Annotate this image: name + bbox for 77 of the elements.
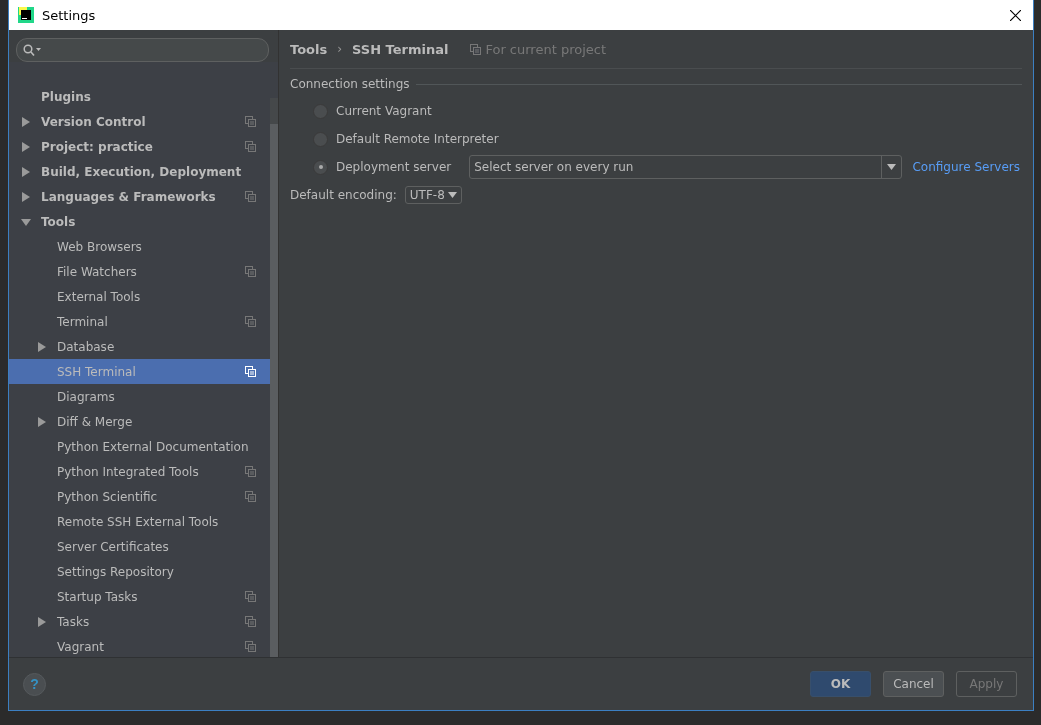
tree-item-label: Version Control bbox=[41, 114, 147, 129]
tree-item[interactable]: Startup Tasks bbox=[9, 584, 270, 609]
tree-item[interactable]: Languages & Frameworks bbox=[9, 184, 270, 209]
encoding-label: Default encoding: bbox=[290, 188, 397, 202]
radio-option[interactable]: Deployment server bbox=[313, 159, 452, 175]
tree-item-label: Build, Execution, Deployment bbox=[41, 164, 243, 179]
expand-arrow-icon[interactable] bbox=[21, 166, 31, 177]
tree-item[interactable]: Project: practice bbox=[9, 134, 270, 159]
tree-item[interactable]: Tools bbox=[9, 209, 270, 234]
search-field[interactable] bbox=[16, 38, 269, 62]
tree-item-label: Plugins bbox=[41, 89, 92, 104]
breadcrumb-item: SSH Terminal bbox=[352, 41, 449, 57]
expand-arrow-icon[interactable] bbox=[37, 616, 47, 627]
project-scope-icon bbox=[470, 43, 482, 55]
tree-item[interactable]: Vagrant bbox=[9, 634, 270, 659]
tree-item[interactable]: Web Browsers bbox=[9, 234, 270, 259]
expand-arrow-icon[interactable] bbox=[21, 191, 31, 202]
dialog-button[interactable]: Cancel bbox=[883, 671, 944, 697]
collapse-arrow-icon[interactable] bbox=[21, 216, 31, 227]
radio-option[interactable]: Current Vagrant bbox=[313, 103, 432, 119]
tree-item-label: Diff & Merge bbox=[57, 414, 134, 429]
expand-arrow-icon[interactable] bbox=[37, 341, 47, 352]
tree-item-label: Web Browsers bbox=[57, 239, 143, 254]
tree-item[interactable]: Python External Documentation bbox=[9, 434, 270, 459]
tree-item[interactable]: Terminal bbox=[9, 309, 270, 334]
breadcrumb-item: Tools bbox=[290, 41, 328, 57]
radio-button[interactable] bbox=[313, 159, 328, 175]
scope-note: For current project bbox=[485, 41, 606, 57]
tree-item[interactable]: Plugins bbox=[9, 84, 270, 109]
tree-item[interactable]: Settings Repository bbox=[9, 559, 270, 584]
close-icon[interactable] bbox=[1010, 9, 1021, 21]
window-title: Settings bbox=[42, 7, 96, 23]
scrollbar-thumb[interactable] bbox=[270, 124, 278, 657]
tree-item[interactable]: Build, Execution, Deployment bbox=[9, 159, 270, 184]
tree-item-label: Tasks bbox=[57, 614, 91, 629]
tree-item[interactable]: Python Scientific bbox=[9, 484, 270, 509]
tree-item-label: Python Scientific bbox=[57, 489, 159, 504]
search-icon bbox=[23, 44, 41, 56]
tree-item[interactable]: Remote SSH External Tools bbox=[9, 509, 270, 534]
breadcrumb-separator: › bbox=[337, 42, 342, 56]
tree-item-label: File Watchers bbox=[57, 264, 138, 279]
tree-item-label: Python External Documentation bbox=[57, 439, 250, 454]
tree-item-label: Tools bbox=[41, 214, 77, 229]
configure-servers-link[interactable]: Configure Servers bbox=[912, 160, 1020, 174]
encoding-dropdown[interactable]: UTF-8 bbox=[404, 186, 462, 204]
tree-item[interactable]: Tasks bbox=[9, 609, 270, 634]
tree-item-label: Project: practice bbox=[41, 139, 154, 154]
tree-item[interactable]: Diagrams bbox=[9, 384, 270, 409]
tree-item-label: SSH Terminal bbox=[57, 364, 137, 379]
tree-item-label: Remote SSH External Tools bbox=[57, 514, 220, 529]
expand-arrow-icon[interactable] bbox=[21, 116, 31, 127]
tree-item-label: Terminal bbox=[57, 314, 109, 329]
tree-item[interactable]: External Tools bbox=[9, 284, 270, 309]
expand-arrow-icon[interactable] bbox=[37, 416, 47, 427]
tree-item[interactable]: Server Certificates bbox=[9, 534, 270, 559]
tree-item-label: External Tools bbox=[57, 289, 142, 304]
tree-item-label: Startup Tasks bbox=[57, 589, 139, 604]
app-logo-icon bbox=[18, 7, 34, 23]
tree-item[interactable]: Version Control bbox=[9, 109, 270, 134]
tree-item-label: Diagrams bbox=[57, 389, 116, 404]
dropdown-arrow-icon bbox=[887, 164, 897, 170]
tree-item-label: Vagrant bbox=[57, 639, 105, 654]
tree-item[interactable]: File Watchers bbox=[9, 259, 270, 284]
dropdown-arrow-icon bbox=[447, 192, 457, 198]
expand-arrow-icon[interactable] bbox=[21, 141, 31, 152]
section-title: Connection settings bbox=[290, 77, 410, 91]
tree-item-label: Server Certificates bbox=[57, 539, 170, 554]
tree-item-label: Python Integrated Tools bbox=[57, 464, 200, 479]
dialog-button[interactable]: OK bbox=[810, 671, 871, 697]
tree-item-label: Database bbox=[57, 339, 116, 354]
tree-item[interactable]: Database bbox=[9, 334, 270, 359]
radio-option[interactable]: Default Remote Interpreter bbox=[313, 131, 499, 147]
tree-item-label: Languages & Frameworks bbox=[41, 189, 217, 204]
tree-item[interactable]: Python Integrated Tools bbox=[9, 459, 270, 484]
tree-item[interactable]: Diff & Merge bbox=[9, 409, 270, 434]
tree-item-label: Settings Repository bbox=[57, 564, 175, 579]
server-dropdown[interactable]: Select server on every run bbox=[469, 155, 903, 179]
